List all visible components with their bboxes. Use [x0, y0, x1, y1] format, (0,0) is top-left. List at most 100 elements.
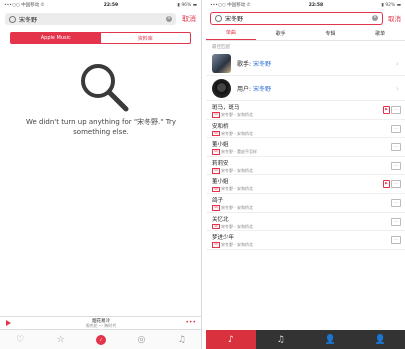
song-artist-album: 宋冬野 - 安和桥北	[221, 204, 253, 210]
search-row: 宋冬野 × 取消	[0, 10, 201, 28]
song-subtitle: SQ 宋冬野 - 安和桥北	[212, 224, 399, 230]
segment-apple-music[interactable]: Apple Music	[11, 33, 101, 43]
tab-for-you-icon[interactable]: ♡	[0, 330, 40, 349]
sq-badge-icon: SQ	[212, 223, 220, 230]
battery: ▮ 92% ▬	[381, 2, 401, 8]
avatar	[212, 78, 231, 98]
song-title: 董小姐	[212, 142, 229, 149]
song-row[interactable]: 董小姐 SQ 宋冬野 - 董皮不怎样 ···	[206, 138, 405, 157]
song-list: 斑马，斑马 SQ 宋冬野 - 安和桥北 ▶ ··· 安和桥 SQ 宋冬野 - 安和桥北 ··· 董…	[206, 101, 405, 250]
segment-library[interactable]: 资料库	[101, 33, 191, 43]
sq-badge-icon: SQ	[212, 186, 220, 193]
more-options-icon[interactable]: ···	[391, 180, 401, 189]
sq-badge-icon: SQ	[212, 112, 220, 118]
tab-my-music-icon[interactable]: ♫	[162, 330, 201, 349]
song-title: 斑马，斑马	[212, 105, 240, 111]
song-artist-album: 宋冬野 - 安和桥北	[221, 130, 253, 136]
sq-badge-icon: SQ	[212, 168, 220, 174]
clear-icon[interactable]: ×	[166, 16, 172, 22]
song-row[interactable]: 关忆北 SQ 宋冬野 - 安和桥北 ···	[206, 213, 405, 232]
clear-icon[interactable]: ×	[372, 15, 378, 21]
tab-new-icon[interactable]: ☆	[40, 330, 80, 349]
more-options-icon[interactable]: ···	[391, 236, 401, 245]
magnifier-icon	[81, 64, 129, 112]
song-title: 莉莉安	[212, 160, 229, 167]
clock: 22:58	[308, 2, 324, 8]
song-subtitle: SQ 宋冬野 - 董皮不怎样	[212, 149, 399, 155]
tab-radio-icon[interactable]: ♪	[81, 330, 121, 349]
best-match-artist[interactable]: 歌手: 宋冬野 ›	[206, 51, 405, 76]
song-row[interactable]: 梦进少年 SQ 宋冬野 - 安和桥北 ···	[206, 231, 405, 250]
song-row[interactable]: 鸽子 SQ 宋冬野 - 安和桥北 ···	[206, 194, 405, 213]
match-type: 歌手:	[237, 60, 253, 68]
song-title: 董小姐	[212, 179, 229, 186]
cancel-button[interactable]: 取消	[182, 14, 196, 24]
carrier: •••○○ 中国移动 ✆	[210, 3, 251, 8]
chevron-right-icon: ›	[395, 83, 399, 93]
match-name: 宋冬野	[252, 85, 271, 93]
song-title: 鸽子	[212, 197, 224, 204]
no-results-message: We didn't turn up anything for "宋冬野." Tr…	[25, 118, 176, 136]
more-icon[interactable]: •••	[185, 319, 196, 326]
cancel-button[interactable]: 取消	[388, 13, 401, 23]
song-title: 关忆北	[212, 216, 229, 223]
song-subtitle: SQ 宋冬野 - 安和桥北	[212, 112, 399, 118]
chevron-right-icon: ›	[395, 58, 399, 68]
search-icon	[9, 15, 16, 23]
tab-artists[interactable]: 歌手	[256, 26, 306, 40]
avatar	[212, 53, 231, 73]
search-icon	[215, 14, 222, 22]
sq-badge-icon: SQ	[212, 242, 220, 248]
tab-playlists[interactable]: 歌单	[355, 26, 405, 40]
song-artist-album: 宋冬野 - 董皮不怎样	[221, 149, 257, 155]
battery: ▮ 96% ▬	[177, 2, 197, 8]
section-title: 最佳匹配	[212, 45, 230, 50]
best-match-user[interactable]: 用户: 宋冬野 ›	[206, 76, 405, 101]
song-artist-album: 宋冬野 - 安和桥北	[221, 112, 253, 117]
tab-bar: ♡ ☆ ♪ ◎ ♫	[0, 329, 201, 349]
song-artist-album: 宋冬野 - 安和桥北	[221, 186, 253, 192]
more-options-icon[interactable]: ···	[391, 161, 401, 170]
song-artist-album: 宋冬野 - 安和桥北	[221, 223, 253, 229]
song-subtitle: SQ 宋冬野 - 安和桥北	[212, 205, 399, 211]
song-artist-album: 宋冬野 - 安和桥北	[221, 242, 253, 248]
music-app-screen: •••○○ 中国移动 ✆ 22:58 ▮ 92% ▬ 宋冬野 × 取消 单曲 歌…	[206, 0, 405, 349]
tab-music-icon[interactable]: ♫	[256, 330, 306, 349]
match-name: 宋冬野	[252, 60, 271, 68]
more-options-icon[interactable]: ···	[391, 106, 401, 114]
status-bar: •••○○ 中国移动 ✆ 22:58 ▮ 92% ▬	[206, 0, 405, 10]
song-title: 梦进少年	[212, 235, 235, 242]
song-title: 安和桥	[212, 123, 229, 130]
tab-account-icon[interactable]: 👤	[355, 330, 405, 349]
more-options-icon[interactable]: ···	[391, 217, 401, 226]
result-tabs: 单曲 歌手 专辑 歌单	[206, 26, 405, 41]
song-row[interactable]: 董小姐 SQ 宋冬野 - 安和桥北 ▶ ···	[206, 175, 405, 194]
apple-music-screen: •••○○ 中国移动 ✆ 22:59 ▮ 96% ▬ 宋冬野 × 取消 Appl…	[0, 0, 202, 349]
more-options-icon[interactable]: ···	[391, 198, 401, 207]
bottom-tab-bar: ♪ ♫ 👤 👤	[206, 330, 405, 349]
search-row: 宋冬野 × 取消	[206, 10, 405, 26]
tab-discover-icon[interactable]: ♪	[206, 330, 256, 349]
tab-albums[interactable]: 专辑	[306, 26, 356, 40]
now-playing-bar[interactable]: 烟花易冷 周杰伦 — 跨时代 •••	[0, 316, 201, 329]
more-options-icon[interactable]: ···	[391, 143, 401, 152]
song-artist-album: 宋冬野 - 安和桥北	[221, 167, 253, 173]
source-segmented-control: Apple Music 资料库	[10, 32, 191, 44]
search-query: 宋冬野	[225, 15, 244, 23]
mv-icon[interactable]: ▶	[383, 180, 390, 189]
song-row[interactable]: 莉莉安 SQ 宋冬野 - 安和桥北 ···	[206, 157, 405, 176]
song-row[interactable]: 安和桥 SQ 宋冬野 - 安和桥北 ···	[206, 120, 405, 139]
mv-icon[interactable]: ▶	[383, 106, 390, 114]
sq-badge-icon: SQ	[212, 149, 220, 155]
song-subtitle: SQ 宋冬野 - 安和桥北	[212, 168, 399, 174]
clock: 22:59	[103, 2, 119, 8]
tab-friends-icon[interactable]: 👤	[306, 330, 356, 349]
tab-songs[interactable]: 单曲	[206, 26, 256, 40]
sq-badge-icon: SQ	[212, 130, 220, 137]
search-input[interactable]: 宋冬野 ×	[210, 11, 383, 25]
tab-connect-icon[interactable]: ◎	[121, 330, 161, 349]
song-row[interactable]: 斑马，斑马 SQ 宋冬野 - 安和桥北 ▶ ···	[206, 101, 405, 120]
sq-badge-icon: SQ	[212, 205, 220, 211]
more-options-icon[interactable]: ···	[391, 124, 401, 133]
search-input[interactable]: 宋冬野 ×	[5, 13, 176, 25]
